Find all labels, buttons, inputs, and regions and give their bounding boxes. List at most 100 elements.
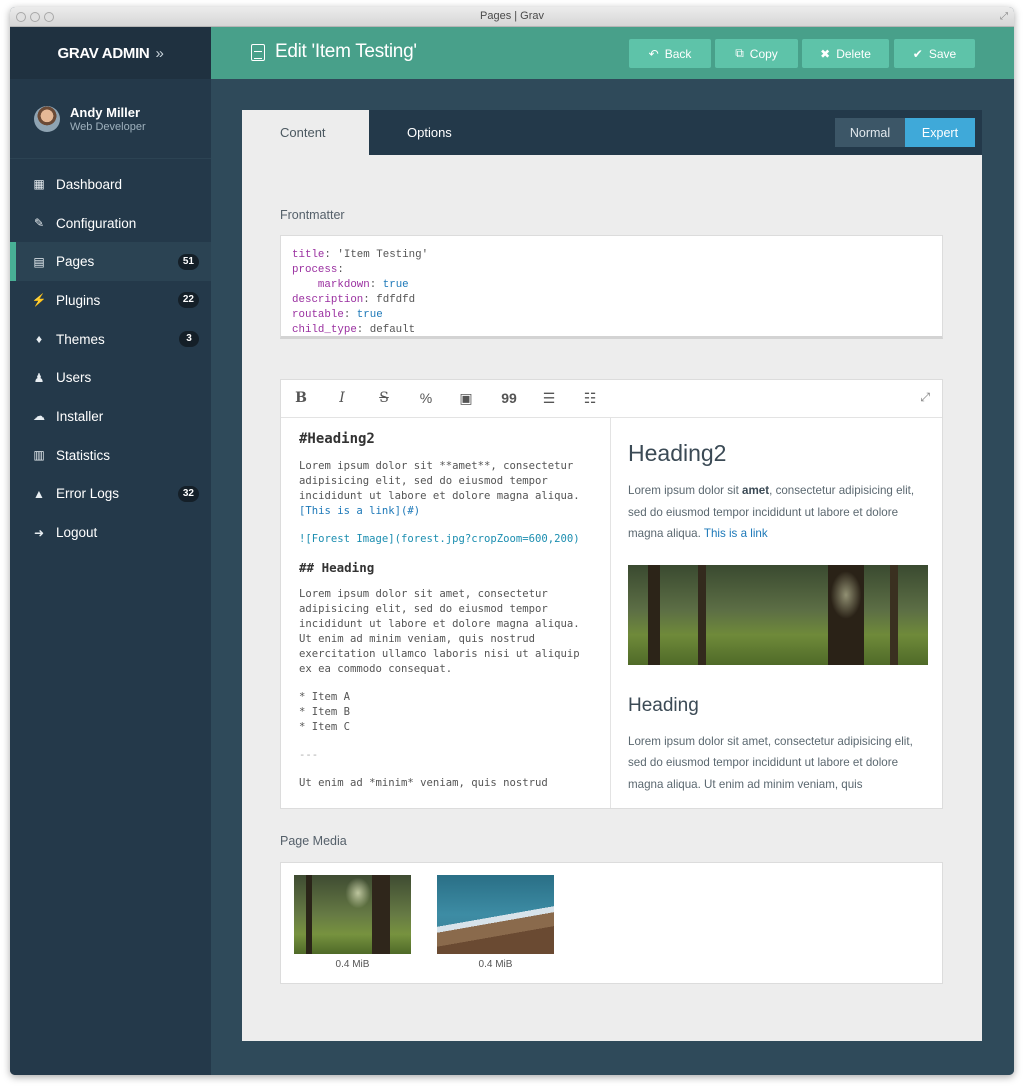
sidebar-item-label: Error Logs bbox=[56, 486, 120, 502]
frontmatter-editor[interactable]: title: 'Item Testing' process: markdown: … bbox=[280, 235, 943, 339]
source-hr: --- bbox=[299, 749, 319, 761]
user-profile[interactable]: Andy Miller Web Developer bbox=[10, 79, 211, 159]
delete-button[interactable]: ✖ Delete bbox=[802, 39, 889, 68]
sidebar-item-label: Plugins bbox=[56, 292, 101, 308]
main-content: Content Options Normal Expert Frontmatte… bbox=[211, 79, 1014, 1075]
link-icon[interactable]: % bbox=[416, 390, 436, 406]
ordered-list-icon[interactable]: ☷ bbox=[580, 390, 600, 407]
page-media-label: Page Media bbox=[280, 834, 347, 848]
sidebar-item-label: Installer bbox=[56, 408, 104, 424]
normal-mode-button[interactable]: Normal bbox=[835, 118, 905, 147]
back-button[interactable]: ↶ Back bbox=[629, 39, 711, 68]
source-paragraph-3: Ut enim ad *minim* veniam, quis nostrud bbox=[299, 777, 548, 789]
tab-content[interactable]: Content bbox=[242, 110, 369, 155]
avatar bbox=[34, 105, 60, 132]
count-badge: 3 bbox=[179, 331, 199, 348]
sidebar-item-pages[interactable]: ▤ Pages 51 bbox=[10, 242, 211, 282]
page-media-box: 0.4 MiB 0.4 MiB bbox=[280, 862, 943, 984]
media-size: 0.4 MiB bbox=[478, 959, 513, 970]
preview-link[interactable]: This is a link bbox=[704, 527, 768, 540]
media-size: 0.4 MiB bbox=[335, 959, 370, 970]
delete-label: Delete bbox=[836, 46, 871, 61]
sidebar-item-label: Dashboard bbox=[56, 176, 123, 192]
sidebar-item-logout[interactable]: ➜ Logout bbox=[10, 513, 211, 552]
brand-name: GRAV ADMIN bbox=[57, 44, 150, 62]
frontmatter-line: child_type: default bbox=[292, 324, 416, 336]
wrench-icon: ✎ bbox=[33, 216, 45, 231]
forest-image bbox=[628, 564, 928, 665]
page-title-wrap: Edit 'Item Testing' bbox=[251, 41, 417, 63]
source-heading2: #Heading2 bbox=[299, 431, 375, 447]
italic-button[interactable]: I bbox=[332, 390, 352, 406]
frontmatter-value: true bbox=[376, 279, 409, 291]
strikethrough-button[interactable]: S bbox=[374, 390, 394, 406]
grid-icon: ▦ bbox=[33, 177, 45, 192]
frontmatter-key: title bbox=[292, 249, 325, 261]
copy-button[interactable]: ⧉ Copy bbox=[715, 39, 798, 68]
preview-bold-text: amet bbox=[742, 484, 770, 497]
preview-text: Lorem ipsum dolor sit bbox=[628, 484, 743, 497]
user-role: Web Developer bbox=[70, 120, 146, 133]
preview-paragraph-1: Lorem ipsum dolor sit amet, consectetur … bbox=[628, 480, 928, 545]
sidebar-item-statistics[interactable]: ▥ Statistics bbox=[10, 436, 211, 475]
tab-options[interactable]: Options bbox=[369, 110, 496, 155]
preview-heading2: Heading2 bbox=[628, 440, 727, 466]
quote-icon[interactable]: 99 bbox=[499, 390, 519, 406]
expert-mode-button[interactable]: Expert bbox=[905, 118, 975, 147]
source-list-item: * Item A bbox=[299, 691, 351, 703]
user-icon: ♟ bbox=[33, 370, 45, 385]
tab-bar: Content Options Normal Expert bbox=[242, 110, 982, 155]
count-badge: 51 bbox=[177, 253, 199, 270]
sidebar-item-configuration[interactable]: ✎ Configuration bbox=[10, 204, 211, 243]
plug-icon: ⚡ bbox=[31, 293, 47, 308]
fullscreen-icon[interactable]: ⤢ bbox=[1000, 11, 1008, 22]
media-thumbnail-forest[interactable] bbox=[294, 875, 411, 954]
frontmatter-value: true bbox=[350, 309, 383, 321]
page-title: Edit 'Item Testing' bbox=[275, 41, 417, 62]
sidebar-item-dashboard[interactable]: ▦ Dashboard bbox=[10, 165, 211, 204]
sidebar-item-error-logs[interactable]: ▲ Error Logs 32 bbox=[10, 475, 211, 514]
frontmatter-key: routable bbox=[292, 309, 344, 321]
frontmatter-line: description: fdfdfd bbox=[292, 294, 416, 306]
user-name: Andy Miller bbox=[70, 104, 141, 120]
frontmatter-label: Frontmatter bbox=[280, 208, 345, 222]
copy-label: Copy bbox=[749, 46, 778, 61]
sidebar-item-themes[interactable]: ♦ Themes 3 bbox=[10, 320, 211, 359]
frontmatter-key: child_type bbox=[292, 324, 357, 336]
brand-logo[interactable]: GRAV ADMIN » bbox=[10, 27, 211, 79]
sidebar-item-label: Configuration bbox=[56, 215, 137, 231]
bold-button[interactable]: B bbox=[291, 390, 311, 406]
sign-out-icon: ➜ bbox=[33, 525, 45, 540]
source-paragraph-2: Lorem ipsum dolor sit amet, consectetur … bbox=[299, 588, 580, 675]
app-window: Pages | Grav ⤢ GRAV ADMIN » Andy Miller … bbox=[10, 7, 1014, 1075]
window-titlebar: Pages | Grav ⤢ bbox=[10, 7, 1014, 27]
warning-icon: ▲ bbox=[33, 486, 45, 501]
count-badge: 22 bbox=[177, 292, 199, 309]
source-link: [This is a link](#) bbox=[299, 505, 421, 517]
unordered-list-icon[interactable]: ☰ bbox=[539, 390, 559, 407]
sidebar-item-label: Logout bbox=[56, 525, 98, 541]
media-thumbnail-mountain[interactable] bbox=[437, 875, 554, 954]
save-button[interactable]: ✔ Save bbox=[894, 39, 975, 68]
frontmatter-indent bbox=[292, 279, 318, 291]
markdown-source[interactable]: #Heading2 Lorem ipsum dolor sit **amet**… bbox=[281, 418, 611, 808]
source-paragraph-1-text: Lorem ipsum dolor sit **amet**, consecte… bbox=[299, 460, 580, 502]
source-list-item: * Item B bbox=[299, 706, 351, 718]
sidebar-item-users[interactable]: ♟ Users bbox=[10, 358, 211, 397]
sidebar-item-label: Users bbox=[56, 370, 92, 386]
preview-paragraph-2: Lorem ipsum dolor sit amet, consectetur … bbox=[628, 734, 913, 791]
expand-icon[interactable]: ⤢ bbox=[920, 390, 930, 405]
sidebar-item-label: Themes bbox=[56, 331, 105, 347]
sidebar-item-plugins[interactable]: ⚡ Plugins 22 bbox=[10, 281, 211, 320]
chevron-right-icon: » bbox=[155, 44, 164, 62]
count-badge: 32 bbox=[177, 485, 199, 502]
frontmatter-key: description bbox=[292, 294, 364, 306]
frontmatter-key: process bbox=[292, 264, 338, 276]
mode-switch: Normal Expert bbox=[835, 118, 975, 147]
image-icon[interactable]: ▣ bbox=[456, 390, 476, 407]
sidebar: GRAV ADMIN » Andy Miller Web Developer ▦… bbox=[10, 27, 211, 1075]
bar-chart-icon: ▥ bbox=[33, 448, 45, 463]
sidebar-item-label: Pages bbox=[56, 254, 95, 270]
markdown-editor: B I S % ▣ 99 ☰ ☷ ⤢ #Heading2 Lorem ipsum… bbox=[280, 379, 943, 809]
sidebar-item-installer[interactable]: ☁ Installer bbox=[10, 397, 211, 436]
